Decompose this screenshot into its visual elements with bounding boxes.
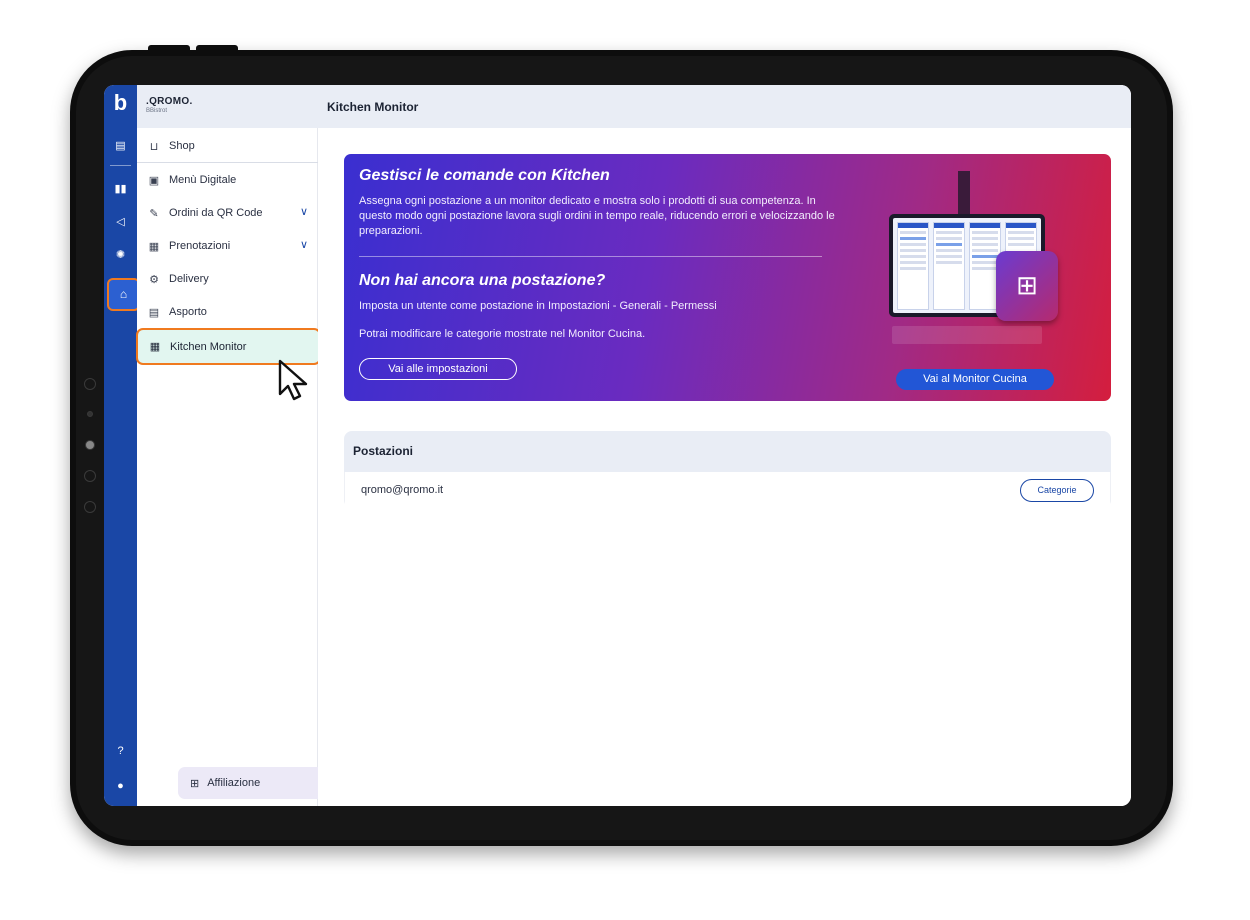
banner-divider <box>359 256 822 257</box>
kitchen-monitor-app-icon: ⊞ <box>996 251 1058 321</box>
brand-header: .QROMO. BBistrot <box>137 85 318 128</box>
chevron-down-icon[interactable]: ∨ <box>300 238 308 251</box>
menu-book-icon: ▣ <box>148 174 160 187</box>
icon-rail: b ▤ ▮▮ ◁ ✺ ⌂ ? ● <box>104 85 140 806</box>
sidebar-item-label: Menù Digitale <box>169 174 237 186</box>
settings-icon[interactable]: ✺ <box>104 244 137 266</box>
rail-divider <box>110 165 131 166</box>
sensor-dot <box>84 470 96 482</box>
cart-icon: ⊔ <box>149 140 159 153</box>
user-icon[interactable]: ● <box>104 775 137 797</box>
sidebar-item-label: Asporto <box>169 306 207 318</box>
sidebar-item-label: Ordini da QR Code <box>169 207 263 219</box>
app-screen: b ▤ ▮▮ ◁ ✺ ⌂ ? ● .QROMO. BBistrot ⊔ Shop… <box>104 85 1131 806</box>
kitchen-promo-banner: Gestisci le comande con Kitchen Assegna … <box>344 154 1111 401</box>
monitor-column <box>897 222 929 310</box>
sidebar-divider <box>137 162 318 163</box>
affiliation-label: Affiliazione <box>207 777 261 789</box>
banner-subtitle: Non hai ancora una postazione? <box>359 272 606 289</box>
monitor-reflection <box>892 326 1042 344</box>
station-email: qromo@qromo.it <box>361 484 444 496</box>
sensor-dot <box>84 378 96 390</box>
brand-name: .QROMO. <box>146 96 193 107</box>
calendar-icon: ▦ <box>148 240 160 253</box>
qr-order-icon: ✎ <box>149 207 159 220</box>
main-content: Kitchen Monitor Gestisci le comande con … <box>318 85 1131 806</box>
sidebar-item-delivery[interactable]: ⚙ Delivery <box>137 264 318 294</box>
megaphone-icon[interactable]: ◁ <box>104 211 137 233</box>
sidebar-item-prenotazioni[interactable]: ▦ Prenotazioni ∨ <box>137 231 318 261</box>
mouse-cursor-icon <box>278 359 308 401</box>
sidebar-item-shop[interactable]: ⊔ Shop <box>137 131 318 161</box>
tablet-button <box>196 45 238 51</box>
chart-icon[interactable]: ▮▮ <box>104 178 137 200</box>
sidebar-item-label: Delivery <box>169 273 209 285</box>
gift-icon: ⊞ <box>190 777 200 790</box>
monitor-icon: ▦ <box>149 341 161 353</box>
delivery-icon: ⚙ <box>149 273 159 286</box>
sidebar-item-label: Kitchen Monitor <box>170 340 247 353</box>
table-row: qromo@qromo.it Categorie <box>344 472 1111 508</box>
page-title: Kitchen Monitor <box>318 85 1131 128</box>
banner-description: Assegna ogni postazione a un monitor ded… <box>359 195 835 237</box>
sidebar-item-ordini-qr[interactable]: ✎ Ordini da QR Code ∨ <box>137 198 318 228</box>
sidebar: .QROMO. BBistrot ⊔ Shop ▣ Menù Digitale … <box>137 85 344 806</box>
go-to-settings-button[interactable]: Vai alle impostazioni <box>359 358 517 380</box>
help-icon[interactable]: ? <box>104 740 137 762</box>
menu-icon[interactable]: ▤ <box>104 135 137 157</box>
stations-title: Postazioni <box>344 431 1111 472</box>
banner-instruction: Imposta un utente come postazione in Imp… <box>359 300 717 312</box>
monitor-stand <box>958 171 970 219</box>
chevron-down-icon[interactable]: ∨ <box>300 205 308 218</box>
sensor-dot <box>84 501 96 513</box>
banner-title: Gestisci le comande con Kitchen <box>359 167 610 184</box>
tablet-button <box>148 45 190 51</box>
brand-venue: BBistrot <box>146 108 168 114</box>
banner-note: Potrai modificare le categorie mostrate … <box>359 328 646 340</box>
app-logo[interactable]: b <box>104 85 137 123</box>
sidebar-item-menu-digitale[interactable]: ▣ Menù Digitale <box>137 165 318 195</box>
sidebar-item-label: Prenotazioni <box>169 240 231 252</box>
takeaway-icon: ▤ <box>148 306 160 319</box>
categories-button[interactable]: Categorie <box>1020 479 1094 502</box>
go-to-kitchen-monitor-button[interactable]: Vai al Monitor Cucina <box>896 369 1054 390</box>
monitor-column <box>933 222 965 310</box>
sensor-dot <box>87 411 93 417</box>
stations-card: Postazioni qromo@qromo.it Categorie <box>344 431 1111 508</box>
sidebar-item-asporto[interactable]: ▤ Asporto <box>137 297 318 327</box>
sidebar-item-label: Shop <box>169 140 195 152</box>
camera-icon <box>85 440 95 450</box>
kitchen-icon[interactable]: ⌂ <box>107 278 140 311</box>
